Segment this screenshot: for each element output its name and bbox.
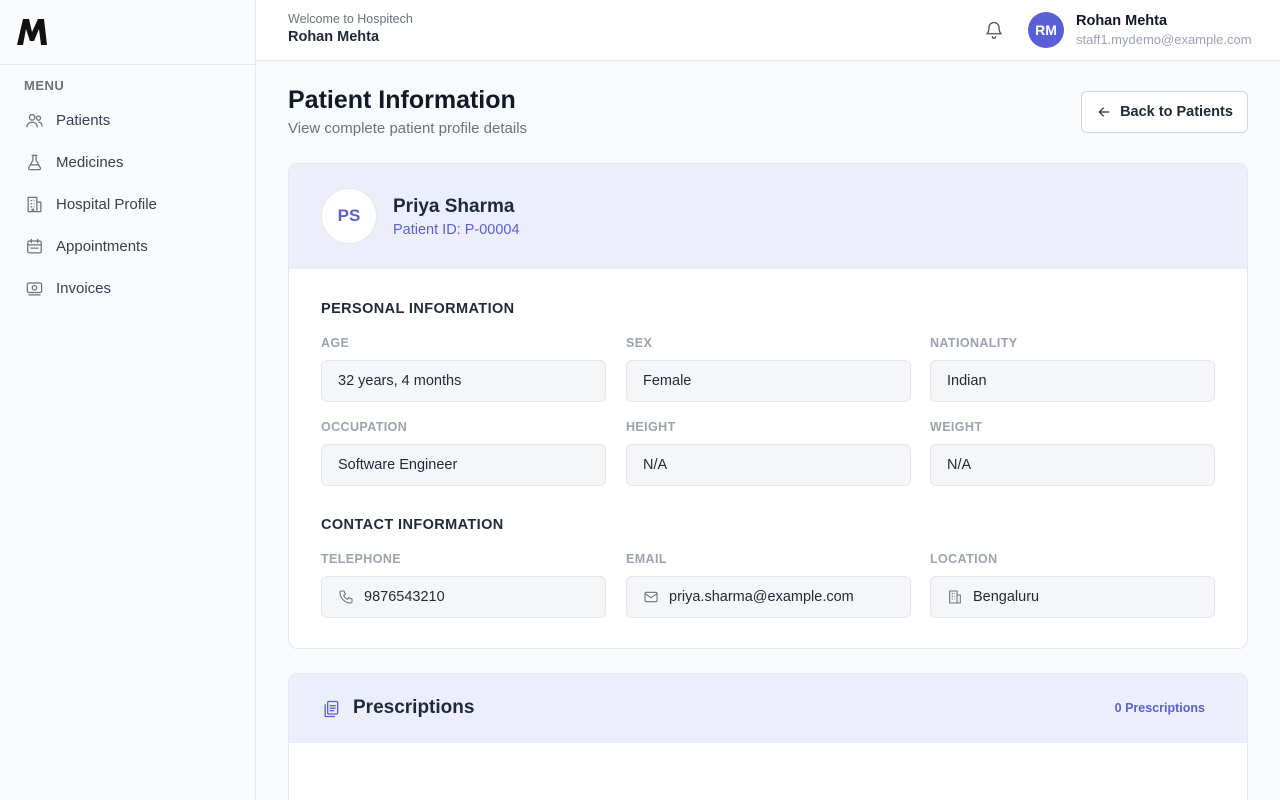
- calendar-icon: [24, 236, 44, 256]
- nationality-label: NATIONALITY: [930, 336, 1018, 350]
- sidebar-item-label: Invoices: [56, 279, 112, 297]
- location-label: LOCATION: [930, 552, 998, 566]
- occupation-field: OCCUPATION Software Engineer: [321, 420, 606, 486]
- page-title: Patient Information: [288, 86, 516, 114]
- sidebar-item-label: Patients: [56, 111, 111, 129]
- telephone-value: 9876543210: [364, 589, 445, 605]
- patient-card: PS Priya Sharma Patient ID: P-00004 PERS…: [288, 163, 1248, 649]
- sidebar-item-invoices[interactable]: Invoices: [0, 267, 255, 309]
- phone-icon: [338, 588, 356, 606]
- weight-label: WEIGHT: [930, 420, 983, 434]
- sidebar: MENU Patients Medicines Hospital Profile…: [0, 0, 256, 800]
- menu-label: MENU: [24, 78, 65, 93]
- nationality-field: NATIONALITY Indian: [930, 336, 1215, 402]
- email-box: priya.sharma@example.com: [626, 576, 911, 618]
- arrow-left-icon: [1098, 107, 1110, 117]
- telephone-field: TELEPHONE 9876543210: [321, 552, 606, 618]
- prescriptions-card: Prescriptions 0 Prescriptions: [288, 673, 1248, 800]
- personal-info-title: PERSONAL INFORMATION: [321, 301, 515, 317]
- user-name: Rohan Mehta: [1076, 13, 1168, 29]
- welcome-text: Welcome to Hospitech: [288, 12, 413, 26]
- sidebar-item-appointments[interactable]: Appointments: [0, 225, 255, 267]
- nationality-value: Indian: [930, 360, 1215, 402]
- email-field: EMAIL priya.sharma@example.com: [626, 552, 911, 618]
- weight-value: N/A: [930, 444, 1215, 486]
- occupation-value: Software Engineer: [321, 444, 606, 486]
- height-field: HEIGHT N/A: [626, 420, 911, 486]
- weight-field: WEIGHT N/A: [930, 420, 1215, 486]
- sidebar-item-label: Hospital Profile: [56, 195, 157, 213]
- avatar[interactable]: RM: [1028, 12, 1064, 48]
- sidebar-item-medicines[interactable]: Medicines: [0, 141, 255, 183]
- mail-icon: [643, 588, 661, 606]
- back-to-patients-button[interactable]: Back to Patients: [1081, 91, 1248, 133]
- flask-icon: [24, 152, 44, 172]
- height-label: HEIGHT: [626, 420, 676, 434]
- telephone-box: 9876543210: [321, 576, 606, 618]
- sidebar-item-hospital-profile[interactable]: Hospital Profile: [0, 183, 255, 225]
- top-header: Welcome to Hospitech Rohan Mehta RM Roha…: [256, 0, 1280, 61]
- logo-area: [0, 0, 255, 65]
- sex-value: Female: [626, 360, 911, 402]
- sex-field: SEX Female: [626, 336, 911, 402]
- contact-info-title: CONTACT INFORMATION: [321, 517, 504, 533]
- prescriptions-count: 0 Prescriptions: [1114, 701, 1205, 715]
- back-button-label: Back to Patients: [1120, 104, 1233, 120]
- telephone-label: TELEPHONE: [321, 552, 401, 566]
- age-value: 32 years, 4 months: [321, 360, 606, 402]
- height-value: N/A: [626, 444, 911, 486]
- user-email: staff1.mydemo@example.com: [1076, 32, 1252, 47]
- age-label: AGE: [321, 336, 350, 350]
- email-label: EMAIL: [626, 552, 667, 566]
- building-icon: [24, 194, 44, 214]
- patient-card-header: PS Priya Sharma Patient ID: P-00004: [289, 164, 1247, 269]
- patient-avatar: PS: [321, 188, 377, 244]
- header-user-name: Rohan Mehta: [288, 29, 380, 45]
- sidebar-item-label: Appointments: [56, 237, 148, 255]
- location-value: Bengaluru: [973, 589, 1040, 605]
- sex-label: SEX: [626, 336, 653, 350]
- location-field: LOCATION Bengaluru: [930, 552, 1215, 618]
- sidebar-item-label: Medicines: [56, 153, 124, 171]
- age-field: AGE 32 years, 4 months: [321, 336, 606, 402]
- clipboard-copy-icon: [324, 700, 339, 718]
- location-box: Bengaluru: [930, 576, 1215, 618]
- page-subtitle: View complete patient profile details: [288, 120, 528, 137]
- building-icon: [947, 588, 965, 606]
- users-icon: [24, 110, 44, 130]
- email-value: priya.sharma@example.com: [669, 589, 854, 605]
- brand-logo-icon[interactable]: [16, 18, 48, 46]
- bell-icon[interactable]: [984, 20, 1004, 40]
- prescriptions-title: Prescriptions: [353, 697, 475, 718]
- occupation-label: OCCUPATION: [321, 420, 408, 434]
- patient-name: Priya Sharma: [393, 196, 515, 217]
- banknote-icon: [24, 278, 44, 298]
- sidebar-item-patients[interactable]: Patients: [0, 99, 255, 141]
- prescriptions-header: Prescriptions 0 Prescriptions: [289, 674, 1247, 743]
- patient-id: Patient ID: P-00004: [393, 222, 520, 238]
